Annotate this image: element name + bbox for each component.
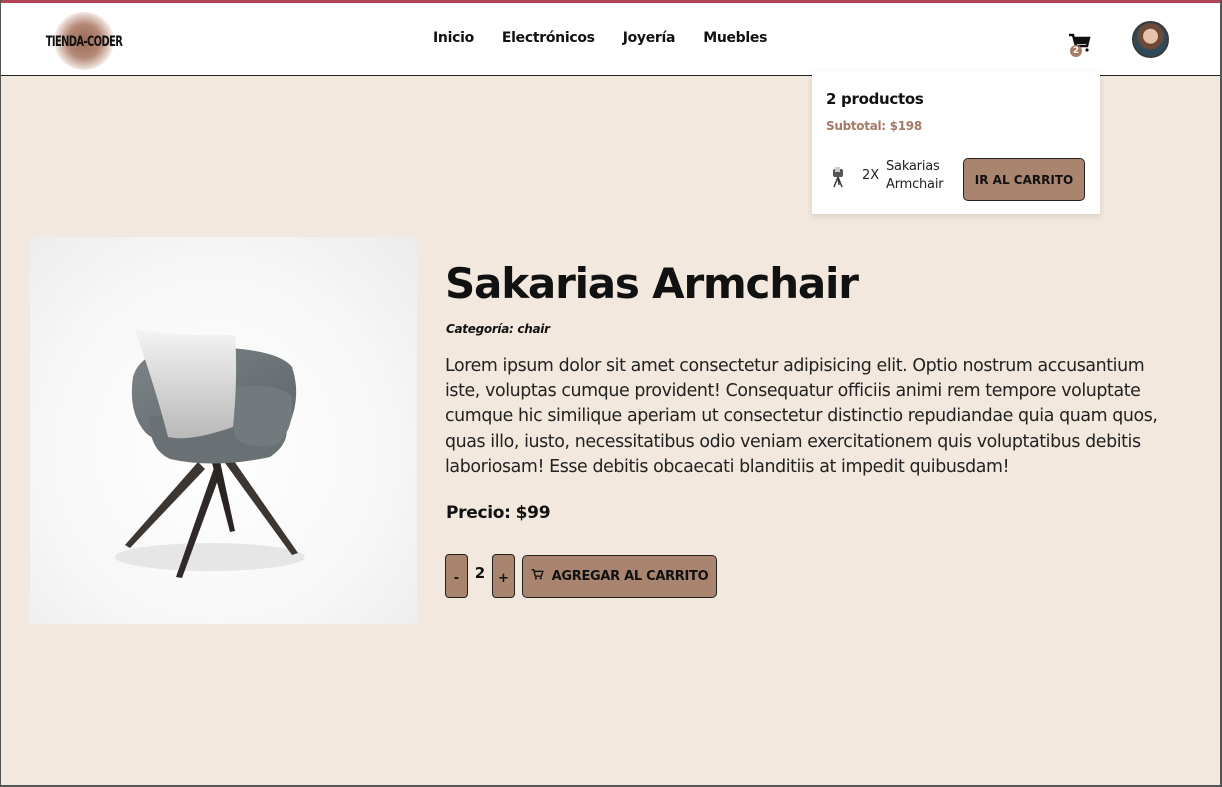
product-description: Lorem ipsum dolor sit amet consectetur a… xyxy=(445,356,1158,477)
product-price: Precio: $99 xyxy=(446,503,551,523)
add-to-cart-label: AGREGAR AL CARRITO xyxy=(551,568,709,584)
logo[interactable]: TIENDA-CODER xyxy=(46,12,123,70)
go-to-cart-button[interactable]: IR AL CARRITO xyxy=(963,158,1085,201)
nav-item-joyeria[interactable]: Joyería xyxy=(623,30,676,46)
quantity-value: 2 xyxy=(474,564,486,582)
cart-subtotal: Subtotal: $198 xyxy=(826,119,922,133)
price-value: $99 xyxy=(515,503,551,523)
cart-item-quantity: 2X xyxy=(862,168,880,183)
logo-text: TIENDA-CODER xyxy=(45,32,123,50)
main-nav: Inicio Electrónicos Joyería Muebles xyxy=(433,30,767,46)
cart-dropdown-title: 2 productos xyxy=(826,90,924,108)
cart-dropdown: 2 productos Subtotal: $198 2X Sakarias A… xyxy=(812,71,1100,214)
quantity-stepper: - 2 + AGREGAR AL CARRITO xyxy=(445,554,717,598)
cart-item-name: Sakarias Armchair xyxy=(886,159,944,192)
top-accent-line xyxy=(0,0,1222,3)
product-category: Categoría: chair xyxy=(446,322,550,336)
nav-item-muebles[interactable]: Muebles xyxy=(703,30,767,46)
add-to-cart-button[interactable]: AGREGAR AL CARRITO xyxy=(522,554,717,598)
cart-count-badge: 2 xyxy=(1070,45,1082,57)
nav-item-electronicos[interactable]: Electrónicos xyxy=(502,30,595,46)
nav-item-inicio[interactable]: Inicio xyxy=(433,30,474,46)
site-header: TIENDA-CODER Inicio Electrónicos Joyería… xyxy=(0,3,1222,76)
cart-small-icon xyxy=(531,568,544,584)
increase-quantity-button[interactable]: + xyxy=(492,554,515,598)
product-title: Sakarias Armchair xyxy=(445,259,859,308)
chair-product-image xyxy=(30,237,417,624)
cart-item-thumbnail xyxy=(830,165,850,189)
price-label: Precio: xyxy=(446,503,511,523)
decrease-quantity-button[interactable]: - xyxy=(445,554,468,598)
avatar[interactable] xyxy=(1132,21,1169,58)
